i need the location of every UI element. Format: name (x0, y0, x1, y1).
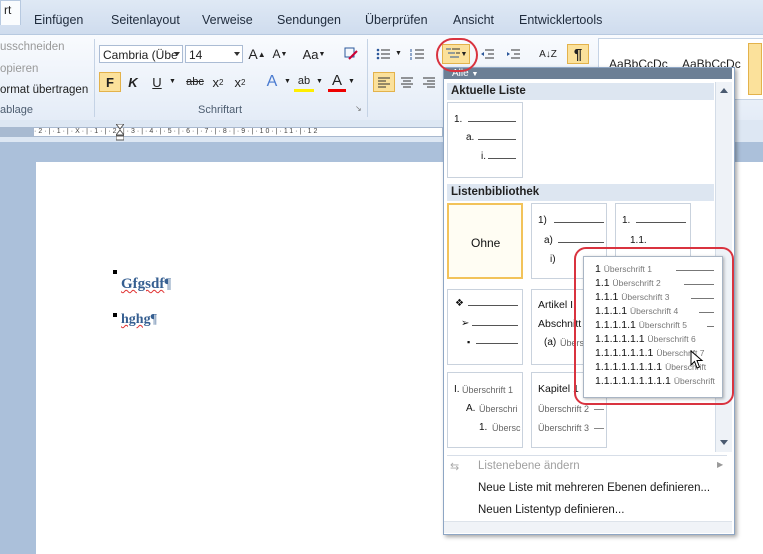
indent-marker-icon[interactable] (114, 123, 126, 141)
document-paragraph-2[interactable]: hghg¶ (121, 312, 157, 328)
annotation-circle-button (436, 38, 478, 72)
horizontal-ruler[interactable]: ·2·|·1·|·X·|·1·|·2·|·3·|·4·|·5·|·6·|·7·|… (33, 127, 443, 137)
chevron-down-icon[interactable]: ▼ (316, 78, 323, 85)
chevron-down-icon[interactable]: ▼ (348, 78, 355, 85)
tab-references[interactable]: Verweise (202, 13, 253, 27)
clear-formatting-icon[interactable] (341, 44, 361, 64)
list-symbol-tile[interactable]: ❖ ➢ ▪ (447, 289, 523, 365)
format-mark (113, 270, 117, 274)
change-case-button[interactable]: Aa ▼ (300, 44, 328, 64)
shrink-font-button[interactable]: A ▼ (271, 44, 289, 64)
ruler-margin (0, 127, 33, 137)
tab-page-layout[interactable]: Seitenlayout (111, 13, 180, 27)
change-level-icon: ⇆ (450, 461, 460, 473)
increase-indent-icon[interactable] (504, 44, 522, 64)
chevron-right-icon: ▶ (717, 460, 724, 469)
group-divider (367, 39, 368, 117)
section-list-library: Listenbibliothek (447, 184, 714, 201)
chevron-down-icon: ▼ (471, 71, 479, 78)
show-formatting-button[interactable]: ¶ (567, 44, 589, 64)
align-center-icon[interactable] (398, 72, 416, 92)
copy-button[interactable]: opieren (0, 63, 38, 75)
format-painter-button[interactable]: ormat übertragen (0, 84, 88, 96)
numbering-icon[interactable] (408, 44, 426, 64)
list-roman-heading-tile[interactable]: I. Überschrift 1 A. Überschri 1. Übersc (447, 372, 523, 448)
bullets-icon[interactable] (374, 44, 392, 64)
font-size-field[interactable]: 14 (185, 45, 243, 63)
document-paragraph-1[interactable]: Gfgsdf¶ (121, 276, 171, 293)
group-divider (94, 39, 95, 117)
tab-review[interactable]: Überprüfen (365, 13, 428, 27)
dialog-launcher-icon[interactable]: ↘ (355, 104, 362, 113)
style-heading-1[interactable] (748, 43, 762, 95)
highlight-color-button[interactable]: ab (294, 72, 314, 92)
menu-change-list-level[interactable]: Listenebene ändern (478, 460, 580, 472)
menu-define-multilevel-list[interactable]: Neue Liste mit mehreren Ebenen definiere… (478, 482, 710, 494)
tab-view[interactable]: Ansicht (453, 13, 494, 27)
scroll-up-icon[interactable] (720, 88, 728, 93)
cut-button[interactable]: usschneiden (0, 41, 65, 53)
underline-button[interactable]: U (148, 72, 166, 92)
font-name-field[interactable]: Cambria (Übe (99, 45, 183, 63)
grow-font-button[interactable]: A ▲ (248, 44, 266, 64)
annotation-circle-preview (574, 247, 734, 405)
bold-button[interactable]: F (99, 72, 121, 92)
tab-start[interactable]: rt (0, 0, 21, 25)
section-current-list: Aktuelle Liste (447, 83, 714, 100)
tab-mailings[interactable]: Sendungen (277, 13, 341, 27)
chevron-down-icon[interactable]: ▼ (284, 78, 291, 85)
format-mark (113, 313, 117, 317)
clipboard-group-label: ablage (0, 104, 34, 116)
superscript-button[interactable]: x2 (231, 72, 249, 92)
tab-developer[interactable]: Entwicklertools (519, 13, 602, 27)
list-none-tile[interactable]: Ohne (447, 203, 523, 279)
align-left-icon[interactable] (373, 72, 395, 92)
chevron-down-icon[interactable]: ▼ (169, 78, 176, 85)
text-effects-button[interactable]: A (262, 72, 282, 92)
square-bullet-icon: ▪ (467, 337, 471, 347)
menu-divider (447, 455, 727, 456)
menu-define-list-style[interactable]: Neuen Listentyp definieren... (478, 504, 624, 516)
tab-insert[interactable]: Einfügen (34, 13, 83, 27)
arrow-bullet-icon: ➢ (461, 318, 470, 329)
chevron-down-icon[interactable] (234, 52, 240, 56)
current-list-tile[interactable]: 1. a. i. (447, 102, 523, 178)
font-color-button[interactable]: A (328, 72, 346, 92)
italic-button[interactable]: K (124, 72, 142, 92)
chevron-down-icon[interactable] (174, 52, 180, 56)
scroll-down-icon[interactable] (720, 440, 728, 445)
strikethrough-button[interactable]: abc (183, 72, 207, 92)
diamond-bullet-icon: ❖ (455, 298, 464, 309)
ribbon-tab-bar: rt Einfügen Seitenlayout Verweise Sendun… (0, 0, 763, 34)
subscript-button[interactable]: x2 (209, 72, 227, 92)
list-filter[interactable]: Alle ▼ (444, 68, 732, 79)
sort-button[interactable]: A↓Z (537, 44, 559, 64)
dropdown-resize-grip[interactable] (444, 521, 732, 533)
chevron-down-icon[interactable]: ▼ (395, 50, 402, 57)
align-right-icon[interactable] (420, 72, 438, 92)
decrease-indent-icon[interactable] (478, 44, 496, 64)
font-group-label: Schriftart (198, 104, 243, 116)
